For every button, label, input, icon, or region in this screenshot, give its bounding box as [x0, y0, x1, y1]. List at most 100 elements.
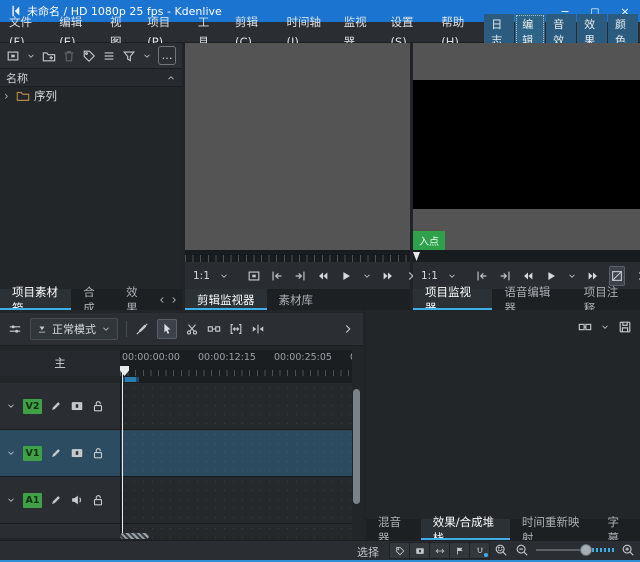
zoom-fit-icon[interactable] [494, 543, 508, 557]
project-monitor-zoom[interactable]: 1:1 [421, 270, 438, 282]
show-markers-button[interactable] [389, 542, 410, 559]
collapse-track-icon[interactable] [6, 448, 16, 458]
slider-handle[interactable] [580, 544, 592, 556]
lock-track-icon[interactable] [91, 399, 105, 413]
fast-forward-icon[interactable] [381, 269, 395, 283]
add-clip-dropdown-icon[interactable] [26, 51, 36, 61]
timeline-zoom-slider[interactable] [536, 542, 614, 558]
track-target-badge[interactable]: A1 [23, 492, 42, 508]
track-lane-v1[interactable] [120, 430, 352, 476]
track-lane-v2[interactable] [120, 383, 352, 429]
edit-mode-combobox[interactable]: 正常模式 [30, 318, 118, 340]
tab-clip-monitor[interactable]: 剪辑监视器 [185, 289, 267, 310]
tab-compositions[interactable]: 合成 [71, 285, 114, 315]
timeline-ruler[interactable]: 00:00:00:00 00:00:12:15 00:00:25:05 00:0 [120, 350, 352, 376]
bin-more-button[interactable]: … [158, 46, 176, 65]
edit-track-icon[interactable] [49, 446, 63, 460]
track-target-badge[interactable]: V2 [23, 398, 42, 414]
toolbar-overflow-icon[interactable] [634, 269, 640, 283]
clip-monitor-view[interactable] [185, 43, 410, 250]
tab-speech-editor[interactable]: 语音编辑器 [492, 285, 571, 315]
toolbar-overflow-icon[interactable] [341, 322, 355, 336]
zoom-dropdown-icon[interactable] [219, 271, 229, 281]
tab-project-bin[interactable]: 项目素材箱 [0, 285, 72, 315]
lock-track-icon[interactable] [91, 493, 105, 507]
filter-dropdown-icon[interactable] [142, 51, 152, 61]
tab-project-notes[interactable]: 项目注释 [572, 285, 640, 315]
zoom-in-icon[interactable] [621, 543, 635, 557]
tab-project-monitor[interactable]: 项目监视器 [413, 285, 493, 315]
play-icon[interactable] [339, 269, 353, 283]
track-row-v1[interactable]: V1 [0, 430, 352, 477]
set-in-point-icon[interactable] [270, 269, 284, 283]
spacer-tool-icon[interactable] [207, 322, 221, 336]
edit-track-icon[interactable] [49, 399, 63, 413]
bin-menu-icon[interactable] [102, 49, 116, 63]
rewind-icon[interactable] [521, 269, 535, 283]
expander-icon[interactable]: › [4, 89, 12, 103]
show-audio-thumbnails-button[interactable] [429, 542, 450, 559]
set-out-point-icon[interactable] [293, 269, 307, 283]
edit-track-icon[interactable] [49, 493, 63, 507]
fit-zoom-icon[interactable] [229, 322, 243, 336]
collapse-track-icon[interactable] [6, 401, 16, 411]
track-lane-a1[interactable] [120, 477, 352, 523]
project-monitor-ruler[interactable] [413, 250, 640, 262]
project-monitor-view[interactable] [413, 43, 640, 250]
filter-icon[interactable] [122, 49, 136, 63]
timeline-horizontal-scrollbar[interactable] [120, 532, 352, 540]
razor-tool-icon[interactable] [185, 322, 199, 336]
tabs-scroll-left-icon[interactable] [157, 295, 167, 305]
mix-clips-icon[interactable] [251, 322, 265, 336]
tab-effect-stack[interactable]: 效果/合成堆栈 [420, 515, 510, 545]
selection-tool-button[interactable] [157, 319, 177, 339]
timeline-vertical-scrollbar[interactable] [353, 386, 360, 538]
track-header-a2[interactable]: A2 [0, 524, 120, 538]
tab-subtitles[interactable]: 字幕 [595, 515, 640, 545]
clip-monitor-zoom[interactable]: 1:1 [193, 270, 210, 282]
collapse-track-icon[interactable] [6, 495, 16, 505]
zoom-out-icon[interactable] [515, 543, 529, 557]
fit-zone-button[interactable] [449, 542, 470, 559]
save-effect-stack-icon[interactable] [618, 320, 632, 334]
fast-forward-icon[interactable] [586, 269, 600, 283]
zone-mode-button[interactable] [608, 265, 625, 286]
tab-library[interactable]: 素材库 [267, 289, 326, 310]
play-dropdown-icon[interactable] [567, 271, 577, 281]
show-video-thumbnails-button[interactable] [409, 542, 430, 559]
lock-track-icon[interactable] [91, 446, 105, 460]
create-folder-icon[interactable] [42, 49, 56, 63]
compare-effect-icon[interactable] [578, 320, 592, 334]
insert-zone-icon[interactable] [247, 269, 261, 283]
monitor-playhead[interactable] [413, 252, 420, 261]
sort-ascending-icon[interactable] [166, 73, 176, 83]
zoom-dropdown-icon[interactable] [447, 271, 457, 281]
clip-monitor-ruler[interactable] [185, 250, 410, 262]
bin-item-sequence[interactable]: › 序列 [0, 87, 182, 104]
tag-icon[interactable] [82, 49, 96, 63]
track-row-v2[interactable]: V2 [0, 383, 352, 430]
tab-effects[interactable]: 效果 [114, 285, 157, 315]
track-target-badge[interactable]: V1 [23, 445, 42, 461]
play-icon[interactable] [544, 269, 558, 283]
tabs-scroll-right-icon[interactable] [169, 295, 179, 305]
bin-column-header[interactable]: 名称 [0, 69, 182, 87]
play-dropdown-icon[interactable] [362, 271, 372, 281]
snap-button[interactable] [469, 542, 490, 559]
timeline-playhead-line[interactable] [122, 372, 123, 538]
track-header-v2[interactable]: V2 [0, 383, 120, 429]
tab-mixer[interactable]: 混音器 [366, 515, 421, 545]
track-header-a1[interactable]: A1 [0, 477, 120, 523]
video-track-icon[interactable] [70, 446, 84, 460]
timeline-zone-bar[interactable] [122, 377, 139, 382]
track-header-v1[interactable]: V1 [0, 430, 120, 476]
audio-track-icon[interactable] [70, 493, 84, 507]
rewind-icon[interactable] [316, 269, 330, 283]
set-out-point-icon[interactable] [498, 269, 512, 283]
timeline-master-button[interactable]: 主 [0, 350, 120, 376]
add-clip-icon[interactable] [6, 49, 20, 63]
set-in-point-icon[interactable] [475, 269, 489, 283]
track-config-icon[interactable] [8, 322, 22, 336]
fx-dropdown-icon[interactable] [600, 322, 610, 332]
tab-time-remap[interactable]: 时间重新映射 [510, 515, 596, 545]
